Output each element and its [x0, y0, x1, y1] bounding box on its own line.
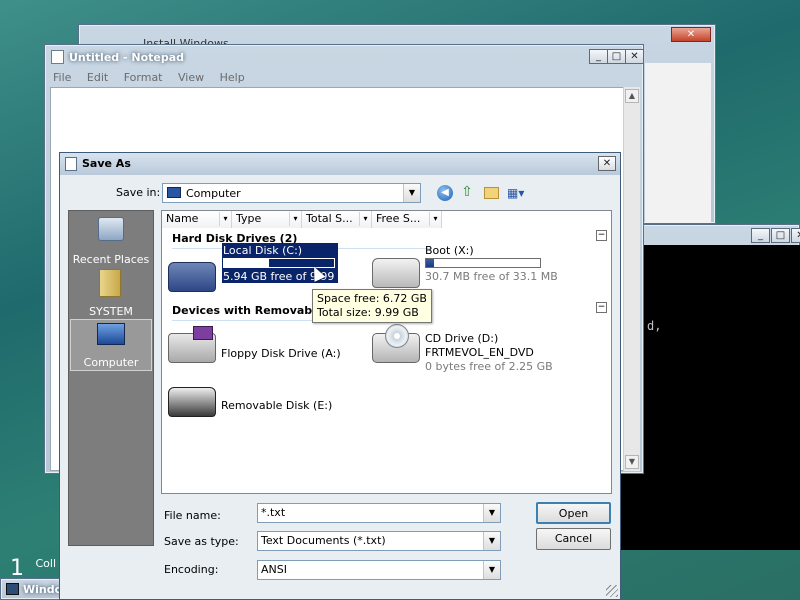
- notepad-maximize-button[interactable]: □: [607, 49, 626, 64]
- drive-d-label: FRTMEVOL_EN_DVD: [425, 346, 534, 359]
- column-type[interactable]: Type ▾: [232, 211, 302, 228]
- open-button[interactable]: Open: [536, 502, 611, 524]
- place-recent-places[interactable]: Recent Places: [70, 215, 152, 267]
- console-text: d,: [647, 319, 662, 333]
- menu-edit[interactable]: Edit: [87, 71, 108, 84]
- tooltip-total-size: Total size: 9.99 GB: [317, 306, 419, 319]
- save-in-value: Computer: [186, 187, 241, 200]
- dialog-titlebar[interactable]: Save As ✕: [60, 153, 620, 175]
- save-in-combo[interactable]: Computer ▼: [162, 183, 421, 203]
- recent-places-icon: [98, 217, 124, 241]
- notepad-menubar: File Edit Format View Help: [53, 71, 257, 84]
- place-computer[interactable]: Computer: [70, 319, 152, 371]
- scroll-down-arrow[interactable]: ▼: [625, 455, 639, 469]
- resize-grip-icon[interactable]: [606, 585, 618, 597]
- save-type-select[interactable]: Text Documents (*.txt) ▼: [257, 531, 501, 551]
- console-minimize-button[interactable]: _: [751, 228, 770, 243]
- install-close-button[interactable]: ✕: [671, 27, 711, 42]
- drive-d-name[interactable]: CD Drive (D:): [425, 332, 498, 345]
- drive-a-name[interactable]: Floppy Disk Drive (A:): [221, 347, 341, 360]
- notepad-minimize-button[interactable]: _: [589, 49, 608, 64]
- drive-x-name[interactable]: Boot (X:): [425, 244, 474, 257]
- menu-format[interactable]: Format: [124, 71, 163, 84]
- save-type-dropdown-icon[interactable]: ▼: [483, 532, 500, 550]
- back-icon[interactable]: ◀: [437, 185, 453, 201]
- file-name-input[interactable]: *.txt ▼: [257, 503, 501, 523]
- notepad-title: Untitled - Notepad: [69, 51, 185, 64]
- taskbar-window-icon: [6, 583, 19, 595]
- file-name-label: File name:: [164, 509, 221, 522]
- column-total-size[interactable]: Total S... ▾: [302, 211, 372, 228]
- dialog-title: Save As: [82, 157, 131, 170]
- console-close-button[interactable]: ✕: [791, 228, 800, 243]
- removable-disk-icon[interactable]: [168, 387, 216, 417]
- save-type-value: Text Documents (*.txt): [261, 534, 386, 547]
- hard-drive-icon[interactable]: [168, 262, 216, 292]
- places-bar: Recent Places SYSTEM Computer: [68, 210, 154, 546]
- save-type-label: Save as type:: [164, 535, 239, 548]
- computer-icon: [97, 323, 125, 345]
- views-menu-icon[interactable]: ▦▾: [507, 185, 529, 201]
- column-name-arrow[interactable]: ▾: [219, 212, 231, 226]
- up-folder-icon[interactable]: ⇧: [459, 185, 475, 201]
- menu-view[interactable]: View: [178, 71, 204, 84]
- file-name-value: *.txt: [261, 506, 286, 519]
- file-list[interactable]: Name ▾ Type ▾ Total S... ▾ Free S... ▾ Hard …: [161, 210, 612, 494]
- folder-icon: [99, 269, 121, 297]
- drive-c-free-text: 5.94 GB free of 9.99 GB: [223, 270, 354, 283]
- column-free-space[interactable]: Free S... ▾: [372, 211, 442, 228]
- notepad-icon: [51, 50, 64, 64]
- menu-help[interactable]: Help: [220, 71, 245, 84]
- drive-x-usage-bar: [425, 258, 541, 268]
- drive-d-free-text: 0 bytes free of 2.25 GB: [425, 360, 553, 373]
- encoding-select[interactable]: ANSI ▼: [257, 560, 501, 580]
- chevron-down-icon[interactable]: ▼: [403, 184, 420, 202]
- group-removable-devices: Devices with Removable: [172, 304, 324, 317]
- drive-c-name[interactable]: Local Disk (C:): [223, 244, 302, 257]
- drive-x-free-text: 30.7 MB free of 33.1 MB: [425, 270, 558, 283]
- encoding-dropdown-icon[interactable]: ▼: [483, 561, 500, 579]
- encoding-value: ANSI: [261, 563, 287, 576]
- new-folder-icon[interactable]: [484, 187, 499, 199]
- column-type-arrow[interactable]: ▾: [289, 212, 301, 226]
- cancel-button[interactable]: Cancel: [536, 528, 611, 550]
- console-output: d,: [621, 245, 800, 550]
- notepad-close-button[interactable]: ✕: [625, 49, 644, 64]
- menu-file[interactable]: File: [53, 71, 71, 84]
- file-name-dropdown-icon[interactable]: ▼: [483, 504, 500, 522]
- notepad-small-icon: [65, 157, 77, 171]
- scroll-up-arrow[interactable]: ▲: [625, 89, 639, 103]
- column-name[interactable]: Name ▾: [162, 211, 232, 228]
- console-maximize-button[interactable]: □: [771, 228, 790, 243]
- collapse-hard-disks-icon[interactable]: −: [596, 230, 607, 241]
- column-free-arrow[interactable]: ▾: [429, 212, 441, 226]
- floppy-drive-icon[interactable]: [168, 326, 216, 363]
- computer-small-icon: [167, 187, 181, 198]
- collapse-removable-icon[interactable]: −: [596, 302, 607, 313]
- column-total-arrow[interactable]: ▾: [359, 212, 371, 226]
- dialog-close-button[interactable]: ✕: [598, 156, 616, 171]
- save-as-dialog: Save As ✕ Save in: Computer ▼ ◀ ⇧ ▦▾ Rec…: [59, 152, 621, 600]
- place-system[interactable]: SYSTEM: [70, 267, 152, 319]
- cd-drive-icon[interactable]: [372, 324, 420, 363]
- drive-e-name[interactable]: Removable Disk (E:): [221, 399, 332, 412]
- tooltip-space-free: Space free: 6.72 GB: [317, 292, 427, 305]
- boot-drive-icon[interactable]: [372, 258, 420, 288]
- save-in-label: Save in:: [116, 186, 161, 199]
- encoding-label: Encoding:: [164, 563, 219, 576]
- notepad-scrollbar[interactable]: ▲ ▼: [623, 87, 640, 471]
- drive-tooltip: Space free: 6.72 GB Total size: 9.99 GB: [312, 289, 432, 323]
